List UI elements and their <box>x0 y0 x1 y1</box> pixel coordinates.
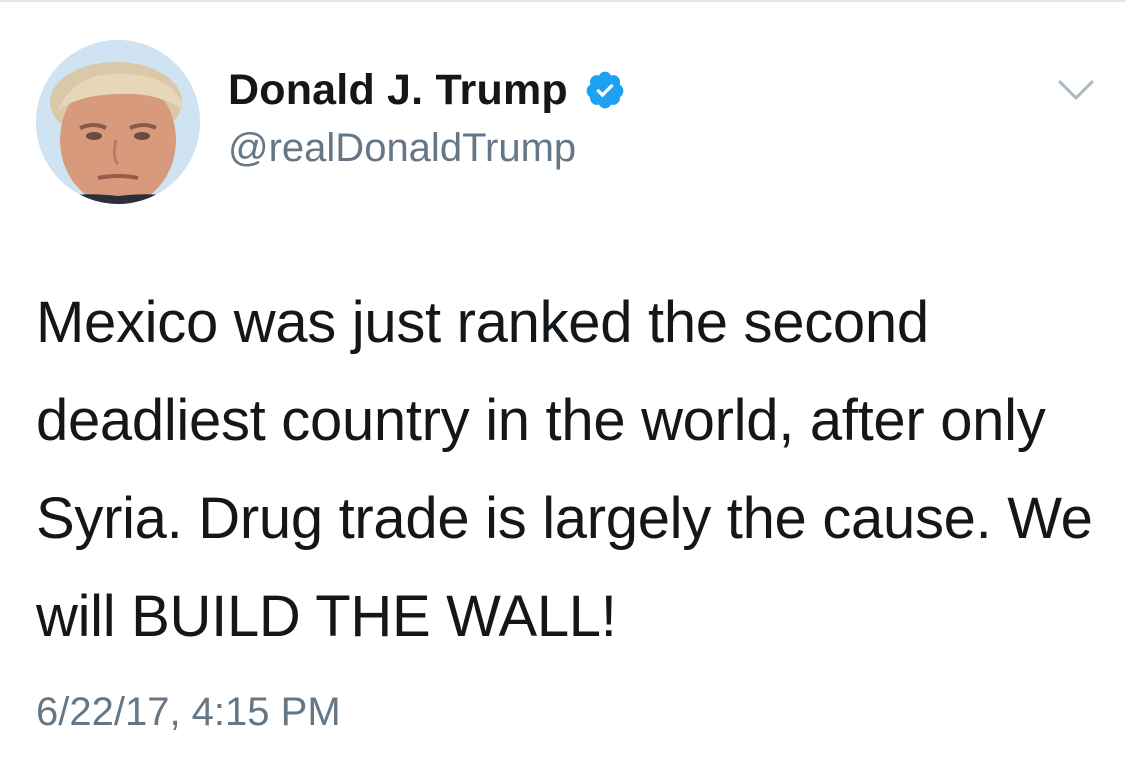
avatar[interactable] <box>36 40 200 204</box>
chevron-down-icon[interactable] <box>1056 76 1096 104</box>
display-name-row: Donald J. Trump <box>228 62 626 118</box>
tweet-header: Donald J. Trump @realDonaldTrump <box>36 40 1096 208</box>
tweet-timestamp[interactable]: 6/22/17, 4:15 PM <box>36 690 341 735</box>
verified-badge-icon <box>584 69 626 111</box>
display-name[interactable]: Donald J. Trump <box>228 66 568 115</box>
author-block: Donald J. Trump @realDonaldTrump <box>228 62 626 171</box>
tweet-text: Mexico was just ranked the second deadli… <box>36 290 1093 649</box>
handle[interactable]: @realDonaldTrump <box>228 126 626 171</box>
profile-photo <box>36 40 200 204</box>
top-divider <box>0 0 1125 2</box>
